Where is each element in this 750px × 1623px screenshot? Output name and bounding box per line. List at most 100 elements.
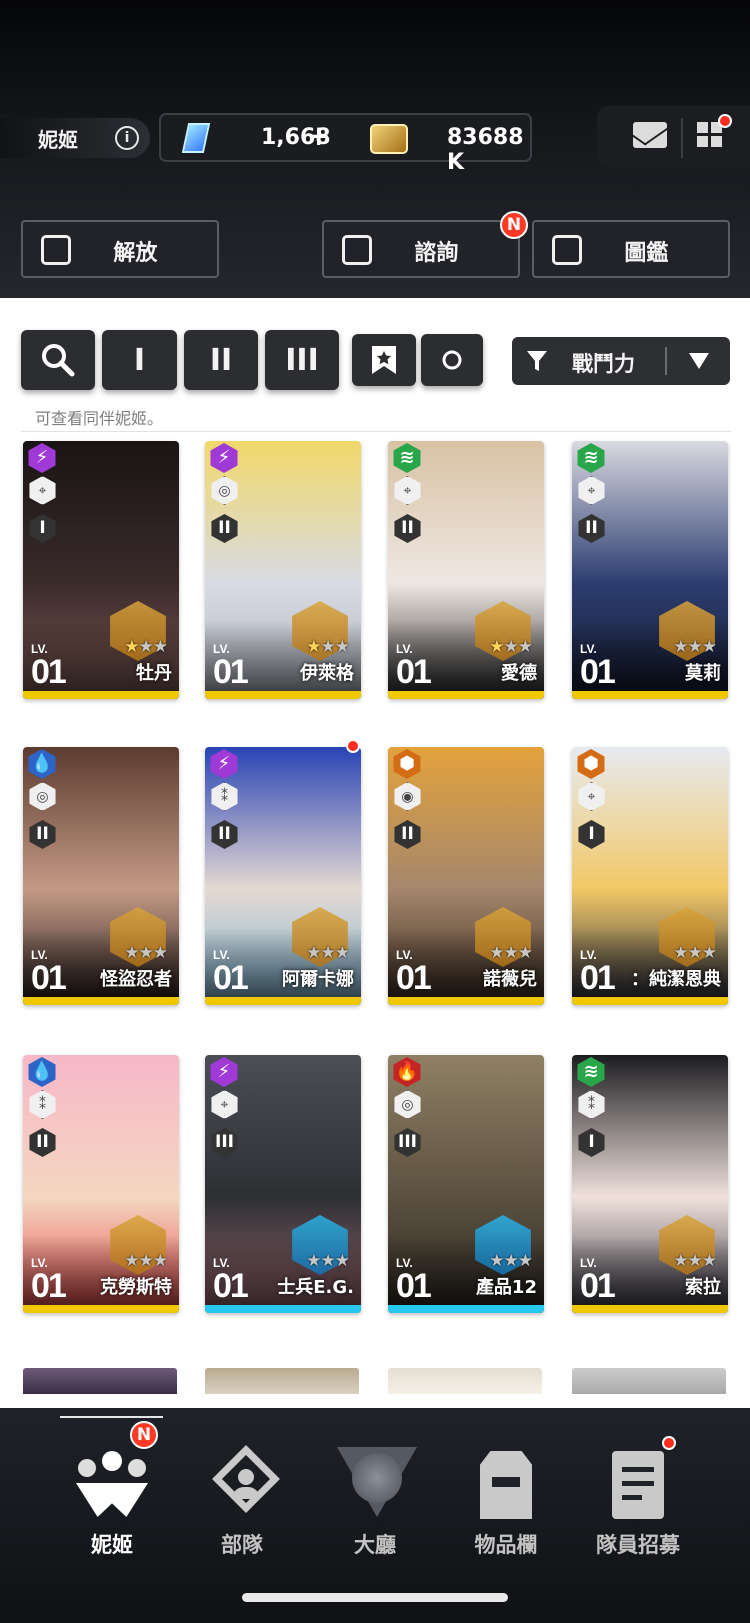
burst-filter-2-label: II [209,342,233,378]
release-button[interactable]: 解放 [21,220,219,278]
nikke-name: ：純潔恩典 [631,969,721,990]
star-icon: ★ [503,637,519,657]
nikke-name: 克勞斯特 [100,1277,172,1298]
level-value: 01 [213,1267,249,1305]
star-rating: ★★★ [306,943,350,963]
star-rating: ★★★ [489,637,533,657]
level-value: 01 [580,653,616,691]
level-block: LV. 01 [213,949,249,997]
star-rating: ★★★ [124,943,168,963]
star-icon: ★ [489,637,504,657]
star-rating: ★★★ [673,1251,717,1271]
nikke-card[interactable]: ★★★ ⬢ ◉ II LV. 01 諾薇兒 [388,747,544,1005]
star-icon: ★ [334,943,350,963]
hint-text: 可查看同伴妮姬。 [35,409,164,428]
add-gem-button[interactable]: + [307,119,330,152]
nikke-name: 愛德 [501,663,537,684]
card-notification-dot [346,739,360,753]
search-button[interactable] [21,330,95,390]
nikke-name: 莫莉 [685,663,721,684]
partial-card-3[interactable] [388,1368,542,1394]
notification-dot [718,114,732,128]
mail-icon[interactable] [633,122,667,148]
level-block: LV. 01 [31,949,67,997]
nikke-card[interactable]: ★★★ ⬢ ⌖ I LV. 01 ：純潔恩典 [572,747,728,1005]
collection-icon [552,235,582,265]
nav-nikke-badge: N [130,1421,158,1449]
nav-squad-label: 部隊 [221,1533,263,1557]
star-icon: ★ [138,637,154,657]
star-icon: ★ [687,943,703,963]
nikke-card[interactable]: ★★★ ≋ ⁑ I LV. 01 索拉 [572,1055,728,1313]
star-rating: ★★★ [673,943,717,963]
level-value: 01 [580,1267,616,1305]
circle-icon [442,350,462,370]
star-icon: ★ [687,637,703,657]
level-value: 01 [213,959,249,997]
collection-button[interactable]: 圖鑑 [532,220,730,278]
info-icon[interactable]: i [115,126,139,150]
nikke-card[interactable]: ★★★ 💧 ⁑ II LV. 01 克勞斯特 [23,1055,179,1313]
collection-label: 圖鑑 [624,241,669,266]
star-rating: ★★★ [124,637,168,657]
nikke-name: 士兵E.G. [277,1277,354,1298]
level-block: LV. 01 [213,643,249,691]
nikke-card[interactable]: ★★★ 🔥 ◎ III LV. 01 產品12 [388,1055,544,1313]
nikke-card[interactable]: ★★★ 💧 ◎ II LV. 01 怪盜忍者 [23,747,179,1005]
rarity-bar [205,1305,361,1313]
sort-label: 戰鬥力 [572,352,635,376]
currency-bar: 1,668 + 83688 K [159,113,532,175]
star-icon: ★ [138,943,154,963]
star-icon: ★ [334,1251,350,1271]
sort-dropdown[interactable]: 戰鬥力 [512,337,730,385]
level-block: LV. 01 [396,949,432,997]
nikke-card[interactable]: ★★★ ⚡ ⌖ I LV. 01 牡丹 [23,441,179,699]
rarity-bar [388,1305,544,1313]
nikke-name: 產品12 [475,1277,537,1298]
search-icon [42,344,75,377]
level-value: 01 [213,653,249,691]
burst-filter-2[interactable]: II [184,330,258,390]
rarity-bar [23,997,179,1005]
partial-card-2[interactable] [205,1368,359,1394]
hint-divider [21,431,731,432]
nikke-card[interactable]: ★★★ ⚡ ⁑ II LV. 01 阿爾卡娜 [205,747,361,1005]
nav-squad[interactable]: 部隊 [176,1443,308,1563]
star-icon: ★ [701,1251,717,1271]
nikke-card[interactable]: ★★★ ≋ ⌖ II LV. 01 愛德 [388,441,544,699]
level-value: 01 [31,1267,67,1305]
home-indicator[interactable] [242,1593,508,1602]
rarity-bar [388,691,544,699]
burst-filter-1-label: I [133,342,146,378]
nikke-card[interactable]: ★★★ ≋ ⌖ II LV. 01 莫莉 [572,441,728,699]
nav-lobby[interactable]: 大廳 [309,1443,441,1563]
nav-recruit[interactable]: 隊員招募 [572,1443,704,1563]
level-value: 01 [396,1267,432,1305]
burst-filter-1[interactable]: I [102,330,177,390]
favorite-filter-button[interactable] [352,334,416,386]
consult-button[interactable]: 諮詢 [322,220,520,278]
level-value: 01 [396,959,432,997]
star-rating: ★★★ [306,1251,350,1271]
level-value: 01 [31,959,67,997]
burst-filter-3[interactable]: III [265,330,339,390]
recruit-icon [600,1447,676,1523]
nikke-name: 伊萊格 [300,663,354,684]
nikke-card[interactable]: ★★★ ⚡ ◎ II LV. 01 伊萊格 [205,441,361,699]
nav-inventory[interactable]: 物品欄 [440,1443,572,1563]
star-icon: ★ [701,637,717,657]
star-icon: ★ [152,943,168,963]
level-block: LV. 01 [396,1257,432,1305]
star-icon: ★ [673,637,688,657]
nikke-card[interactable]: ★★★ ⚡ ⌖ III LV. 01 士兵E.G. [205,1055,361,1313]
circle-filter-button[interactable] [421,334,483,386]
star-rating: ★★★ [489,1251,533,1271]
rarity-bar [572,1305,728,1313]
partial-card-4[interactable] [572,1368,726,1394]
star-icon: ★ [124,637,139,657]
star-icon: ★ [503,1251,519,1271]
partial-card-1[interactable] [23,1368,177,1394]
nav-nikke[interactable]: 妮姬 [46,1443,178,1563]
burst-filter-3-label: III [285,342,319,378]
level-block: LV. 01 [31,1257,67,1305]
